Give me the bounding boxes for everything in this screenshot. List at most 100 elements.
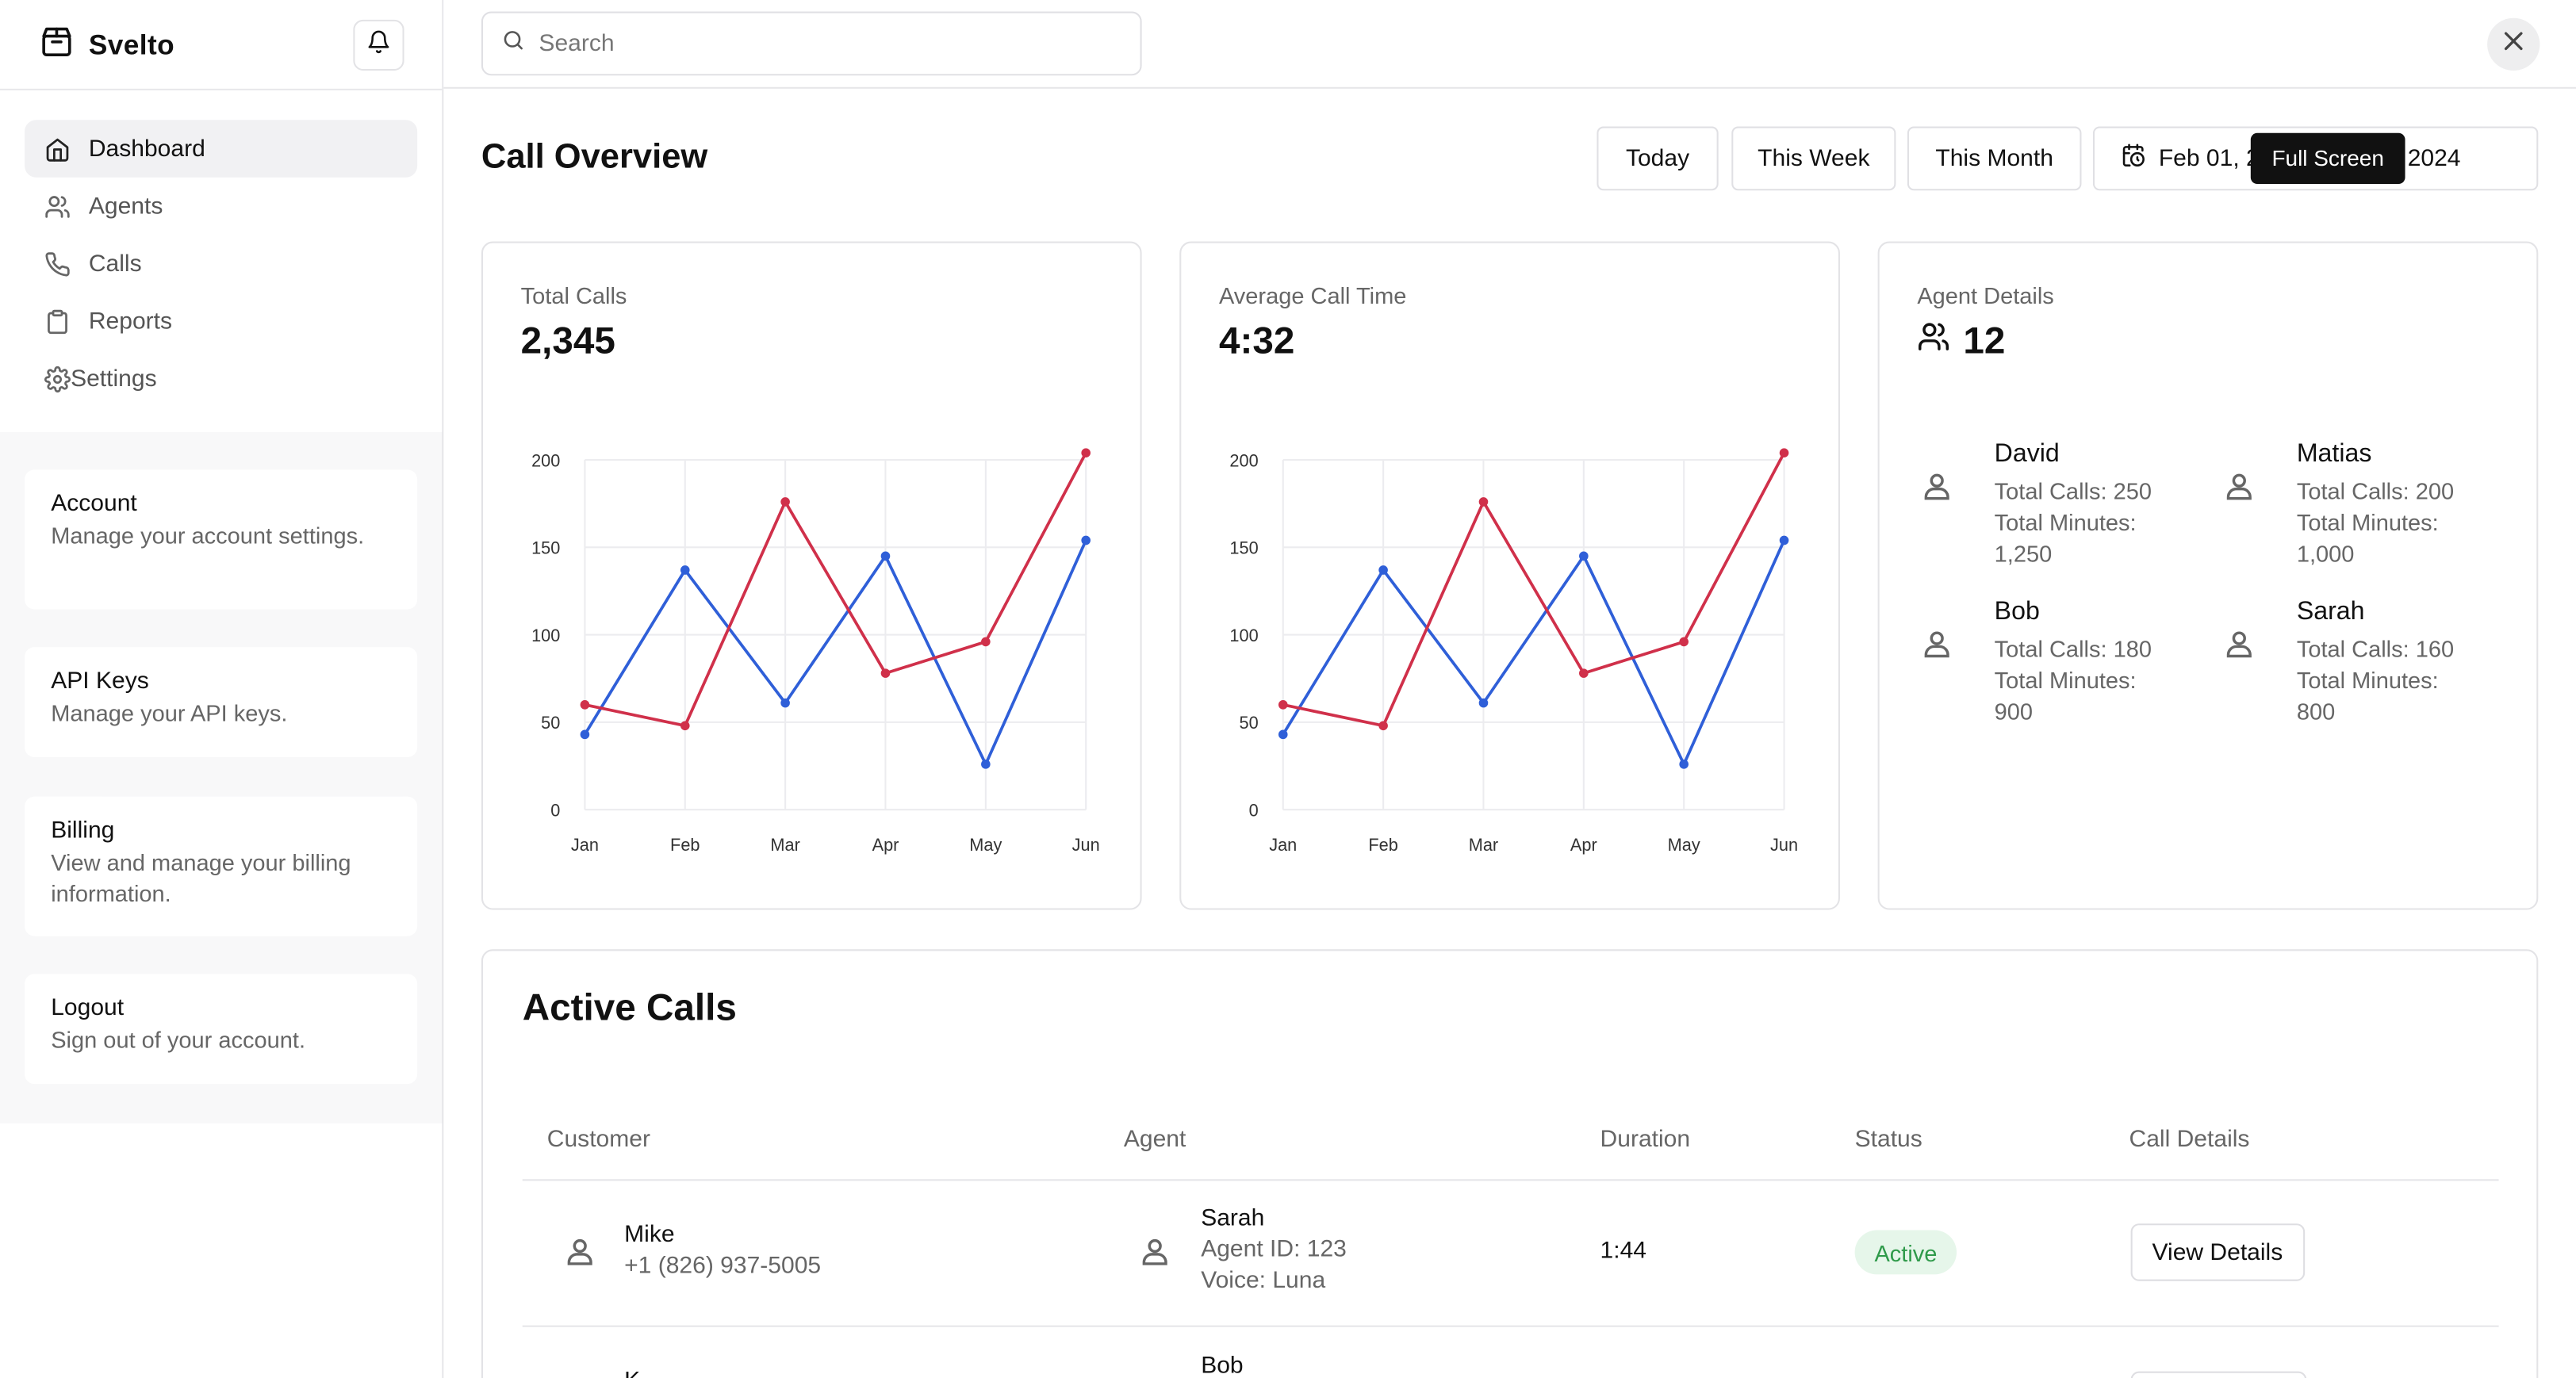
total-calls-chart: 0 50 100 150 200 Jan Feb Mar Apr May Jun bbox=[531, 448, 1100, 855]
search-icon bbox=[501, 27, 526, 59]
sidebar-bottom bbox=[0, 1123, 443, 1378]
card-title: Account bbox=[51, 491, 137, 518]
clipboard-icon bbox=[44, 308, 71, 334]
agent-total-calls: Total Calls: 200 bbox=[2296, 477, 2455, 504]
data-point bbox=[1278, 700, 1288, 710]
top-bar bbox=[443, 0, 2576, 89]
sidebar-top: Svelto Dashboard Agents Calls Reports Se… bbox=[0, 0, 443, 432]
agent-voice: Voice: Luna bbox=[1201, 1268, 1326, 1295]
series-line-2 bbox=[585, 452, 1087, 728]
data-point bbox=[580, 729, 590, 740]
brand[interactable]: Svelto bbox=[40, 26, 174, 66]
column-header[interactable]: Duration bbox=[1600, 1127, 1691, 1153]
x-tick-label: May bbox=[969, 835, 1002, 855]
sidebar-item-label: Agents bbox=[88, 193, 163, 220]
x-tick-label: May bbox=[1668, 835, 1700, 855]
active-calls-panel: Active Calls Customer Agent Duration Sta… bbox=[481, 949, 2539, 1378]
users-icon bbox=[1917, 319, 1949, 363]
series-line-1 bbox=[1282, 539, 1786, 766]
y-tick-label: 0 bbox=[1249, 800, 1259, 820]
filter-month-button[interactable]: This Month bbox=[1907, 126, 2082, 191]
column-header[interactable]: Agent bbox=[1124, 1127, 1186, 1153]
search-box[interactable] bbox=[481, 11, 1142, 76]
bell-icon bbox=[366, 29, 391, 61]
sidebar-divider bbox=[0, 88, 443, 90]
sidebar-item-label: Reports bbox=[88, 308, 173, 335]
sidebar-nav: Dashboard Agents Calls Reports Settings bbox=[25, 120, 418, 407]
sidebar-item-calls[interactable]: Calls bbox=[25, 235, 417, 292]
y-tick-label: 100 bbox=[531, 626, 560, 645]
x-tick-label: Jun bbox=[1770, 835, 1798, 855]
view-details-button[interactable]: View Details bbox=[2130, 1223, 2305, 1281]
view-details-button[interactable] bbox=[2130, 1371, 2307, 1378]
data-point bbox=[1378, 721, 1388, 731]
user-icon bbox=[2223, 469, 2256, 511]
agent-item[interactable]: David Total Calls: 250 Total Minutes: 1,… bbox=[1920, 440, 2199, 572]
agent-total-minutes-value: 800 bbox=[2296, 698, 2336, 725]
y-tick-label: 100 bbox=[1229, 626, 1258, 645]
close-icon bbox=[2501, 27, 2527, 61]
x-tick-label: Mar bbox=[1469, 835, 1498, 855]
box-logo-icon bbox=[40, 25, 74, 67]
column-header[interactable]: Status bbox=[1855, 1127, 1922, 1153]
app-root: Svelto Dashboard Agents Calls Reports Se… bbox=[0, 0, 2576, 1378]
row-divider bbox=[522, 1325, 2499, 1327]
data-point bbox=[981, 637, 991, 647]
data-point bbox=[981, 760, 991, 769]
card-title: Logout bbox=[51, 995, 125, 1022]
data-point bbox=[680, 565, 690, 575]
agent-total-minutes-value: 1,000 bbox=[2296, 540, 2355, 567]
sidebar-item-reports[interactable]: Reports bbox=[25, 293, 417, 350]
sidebar-item-agents[interactable]: Agents bbox=[25, 178, 417, 235]
customer-name: Mike bbox=[624, 1222, 675, 1249]
customer-phone: +1 (826) 937-5005 bbox=[624, 1253, 822, 1280]
search-input[interactable] bbox=[539, 30, 1098, 57]
user-icon bbox=[1920, 627, 1953, 668]
data-point bbox=[1081, 448, 1091, 457]
agent-item[interactable]: Matias Total Calls: 200 Total Minutes: 1… bbox=[2223, 440, 2502, 572]
agent-total-calls: Total Calls: 180 bbox=[1994, 635, 2152, 662]
account-card[interactable]: Account Manage your account settings. bbox=[25, 469, 418, 610]
agent-total-minutes-label: Total Minutes: bbox=[1994, 509, 2137, 536]
data-point bbox=[780, 497, 790, 507]
agent-details-card: Agent Details 12 David Total Calls: 250 … bbox=[1877, 241, 2539, 910]
agent-item[interactable]: Bob Total Calls: 180 Total Minutes: 900 bbox=[1920, 598, 2199, 729]
sidebar-item-dashboard[interactable]: Dashboard bbox=[25, 120, 418, 178]
card-description: Manage your account settings. bbox=[51, 522, 365, 549]
agent-name: Matias bbox=[2296, 440, 2372, 469]
y-tick-label: 50 bbox=[1240, 713, 1259, 733]
close-button[interactable] bbox=[2487, 17, 2540, 71]
data-point bbox=[1081, 535, 1091, 545]
data-point bbox=[1679, 760, 1689, 769]
status-badge: Active bbox=[1854, 1230, 1957, 1275]
series-line-2 bbox=[1282, 452, 1786, 728]
column-header[interactable]: Customer bbox=[547, 1127, 650, 1153]
y-tick-label: 150 bbox=[1229, 538, 1258, 558]
column-header[interactable]: Call Details bbox=[2129, 1127, 2250, 1153]
api-keys-card[interactable]: API Keys Manage your API keys. bbox=[25, 647, 418, 757]
sidebar: Svelto Dashboard Agents Calls Reports Se… bbox=[0, 0, 444, 1378]
header-divider bbox=[522, 1179, 2499, 1181]
card-title: Billing bbox=[51, 817, 115, 844]
data-point bbox=[1478, 497, 1489, 507]
y-tick-label: 50 bbox=[541, 713, 560, 733]
data-point bbox=[880, 668, 891, 678]
logout-card[interactable]: Logout Sign out of your account. bbox=[25, 974, 418, 1085]
card-title: API Keys bbox=[51, 668, 149, 695]
y-tick-label: 150 bbox=[531, 538, 560, 558]
users-icon bbox=[44, 193, 71, 219]
section-title: Active Calls bbox=[522, 985, 737, 1028]
billing-card[interactable]: Billing View and manage your billing inf… bbox=[25, 796, 418, 936]
data-point bbox=[1579, 668, 1589, 678]
agent-item[interactable]: Sarah Total Calls: 160 Total Minutes: 80… bbox=[2223, 598, 2502, 729]
data-point bbox=[1779, 448, 1789, 457]
y-tick-label: 0 bbox=[550, 800, 560, 820]
sidebar-item-settings[interactable]: Settings bbox=[25, 350, 417, 407]
notifications-button[interactable] bbox=[353, 19, 404, 71]
filter-today-button[interactable]: Today bbox=[1597, 126, 1719, 191]
agent-total-minutes-label: Total Minutes: bbox=[1994, 666, 2137, 694]
agent-name: David bbox=[1994, 440, 2060, 469]
x-tick-label: Jan bbox=[1269, 835, 1297, 855]
average-call-time-card: Average Call Time 4:32 0 50 100 150 200 Jan Fe… bbox=[1179, 241, 1840, 910]
filter-week-button[interactable]: This Week bbox=[1731, 126, 1896, 191]
